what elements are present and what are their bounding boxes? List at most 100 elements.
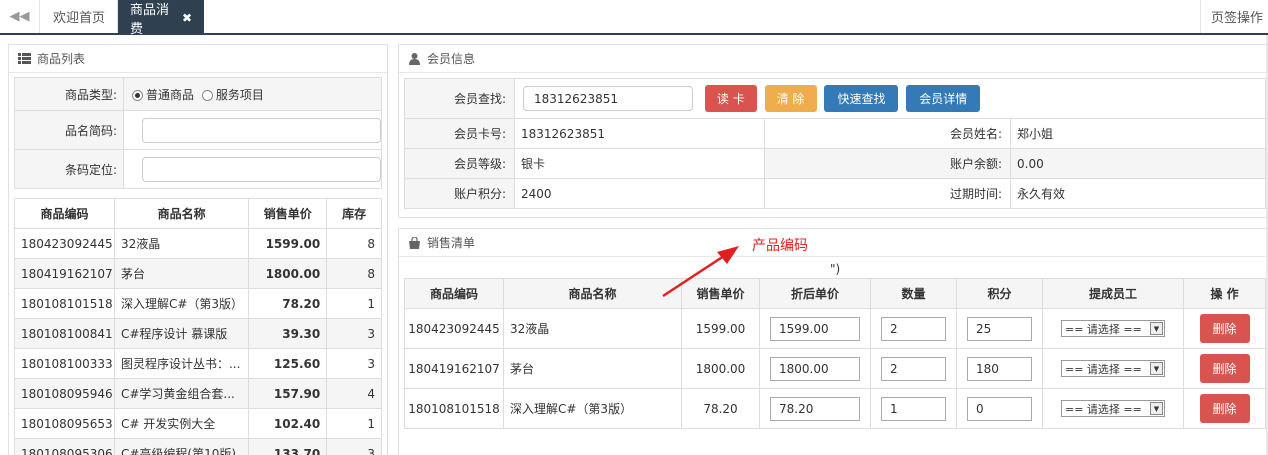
member-info-table: 会员查找: 18312623851 读 卡 清 除 快速查找 会员详情 会员卡号… [404,78,1266,209]
points-input[interactable]: 0 [967,396,1032,421]
product-cell: 1599.00 [248,228,328,259]
sale-name: 深入理解C#（第3版） [503,388,682,429]
user-icon [407,52,421,65]
table-row[interactable]: 180419162107 茅台 1800.00 8 [14,258,382,289]
col-header[interactable]: 数量 [870,278,957,309]
product-cell: 1 [326,408,382,439]
table-row[interactable]: 180423092445 32液晶 1599.00 8 [14,228,382,259]
chevron-down-icon: ▼ [1150,322,1163,335]
employee-select[interactable]: == 请选择 == ▼ [1061,320,1165,337]
employee-select-value: == 请选择 == [1065,322,1142,336]
table-row[interactable]: 180108095946 C#学习黄金组合套... 157.90 4 [14,378,382,409]
table-row[interactable]: 180108095306 C#高级编程(第10版) 133.70 3 [14,438,382,455]
product-cell: 180108095946 [14,378,115,409]
radio-normal-goods[interactable]: 普通商品 [132,88,194,102]
product-cell: 157.90 [248,378,328,409]
col-header[interactable]: 操 作 [1183,278,1266,309]
product-cell: 180108095653 [14,408,115,439]
double-left-arrow-icon: ◀◀ [9,9,30,24]
clear-button[interactable]: 清 除 [764,85,817,112]
member-search-label: 会员查找: [404,78,515,119]
read-card-button[interactable]: 读 卡 [704,85,757,112]
quantity-input[interactable]: 2 [881,316,946,341]
discount-price-input[interactable]: 1599.00 [770,316,860,341]
points-input[interactable]: 25 [967,316,1032,341]
tab-product-consumption[interactable]: 商品消费 ✖ [118,0,204,37]
product-cell: 图灵程序设计丛书：... [113,348,250,379]
chevron-down-icon: ▼ [1150,402,1163,415]
tab-scroll-left-button[interactable]: ◀◀ [0,0,40,33]
product-type-label: 商品类型: [14,77,124,111]
product-cell: 4 [326,378,382,409]
product-list-header: 商品列表 [9,45,387,73]
product-cell: 180108101518 [14,288,115,319]
product-cell: 125.60 [248,348,328,379]
product-cell: 78.20 [248,288,328,319]
delete-button[interactable]: 删除 [1199,314,1250,343]
discount-price-input[interactable]: 1800.00 [770,356,860,381]
table-row[interactable]: 180108100841 C#程序设计 慕课版 39.30 3 [14,318,382,349]
member-search-input[interactable]: 18312623851 [523,86,693,111]
annotation-arrow-icon [662,246,739,298]
col-header[interactable]: 折后单价 [759,278,871,309]
col-header[interactable]: 商品编码 [404,278,504,309]
table-row[interactable]: 180108101518 深入理解C#（第3版） 78.20 1 [14,288,382,319]
quantity-input[interactable]: 1 [881,396,946,421]
product-cell: 8 [326,258,382,289]
radio-service-items[interactable]: 服务项目 [201,88,264,102]
employee-select[interactable]: == 请选择 == ▼ [1061,360,1165,377]
product-cell: 1800.00 [248,258,328,289]
annotation-label: 产品编码 [752,238,808,254]
stray-text: ") [830,262,841,276]
expire-value: 永久有效 [1010,178,1266,209]
employee-select[interactable]: == 请选择 == ▼ [1061,400,1165,417]
col-header[interactable]: 库存 [326,198,382,229]
name-code-input[interactable] [142,117,381,143]
sale-price: 1599.00 [681,308,760,349]
sales-table: 商品编码 商品名称 销售单价 折后单价 数量 积分 提成员工 操 作 18042… [404,278,1266,429]
product-cell: 3 [326,348,382,379]
sale-code: 180108101518 [404,388,504,429]
discount-price-input[interactable]: 78.20 [770,396,860,421]
col-header[interactable]: 商品编码 [14,198,115,229]
close-icon[interactable]: ✖ [182,11,192,25]
sale-name: 32液晶 [503,308,682,349]
delete-button[interactable]: 删除 [1199,354,1250,383]
employee-select-value: == 请选择 == [1065,402,1142,416]
col-header[interactable]: 提成员工 [1042,278,1184,309]
col-header[interactable]: 销售单价 [248,198,328,229]
product-cell: C#学习黄金组合套... [113,378,250,409]
product-cell: 3 [326,438,382,455]
table-row[interactable]: 180108095653 C# 开发实例大全 102.40 1 [14,408,382,439]
chevron-down-icon: ▼ [1150,362,1163,375]
tab-home[interactable]: 欢迎首页 [41,0,118,33]
product-cell: 深入理解C#（第3版） [113,288,250,319]
points-input[interactable]: 180 [967,356,1032,381]
product-cell: 180108100841 [14,318,115,349]
product-cell: 3 [326,318,382,349]
sale-code: 180419162107 [404,348,504,389]
table-row: 180108101518 深入理解C#（第3版） 78.20 78.20 1 0 == 请选… [404,388,1266,429]
member-detail-button[interactable]: 会员详情 [906,85,981,112]
product-cell: 180419162107 [14,258,115,289]
balance-label: 账户余额: [764,148,1011,179]
table-row[interactable]: 180108100333 图灵程序设计丛书：... 125.60 3 [14,348,382,379]
col-header[interactable]: 积分 [956,278,1043,309]
card-no-label: 会员卡号: [404,118,515,149]
col-header[interactable]: 商品名称 [113,198,250,229]
member-info-header: 会员信息 [399,45,1268,73]
quick-search-button[interactable]: 快速查找 [824,85,899,112]
delete-button[interactable]: 删除 [1199,394,1250,423]
product-cell: C#程序设计 慕课版 [113,318,250,349]
points-value: 2400 [514,178,765,209]
product-cell: C# 开发实例大全 [113,408,250,439]
barcode-input[interactable] [142,156,381,182]
product-search-form: 商品类型: 普通商品 服务项目 品名简码: 条码定位: [14,77,382,189]
tab-operations-menu[interactable]: 页签操作 [1200,0,1268,33]
quantity-input[interactable]: 2 [881,356,946,381]
member-name-value: 郑小姐 [1010,118,1266,149]
product-cell: 茅台 [113,258,250,289]
points-label: 账户积分: [404,178,515,209]
sales-list-header: 销售清单 [399,229,1268,257]
shopping-bag-icon [407,236,421,249]
